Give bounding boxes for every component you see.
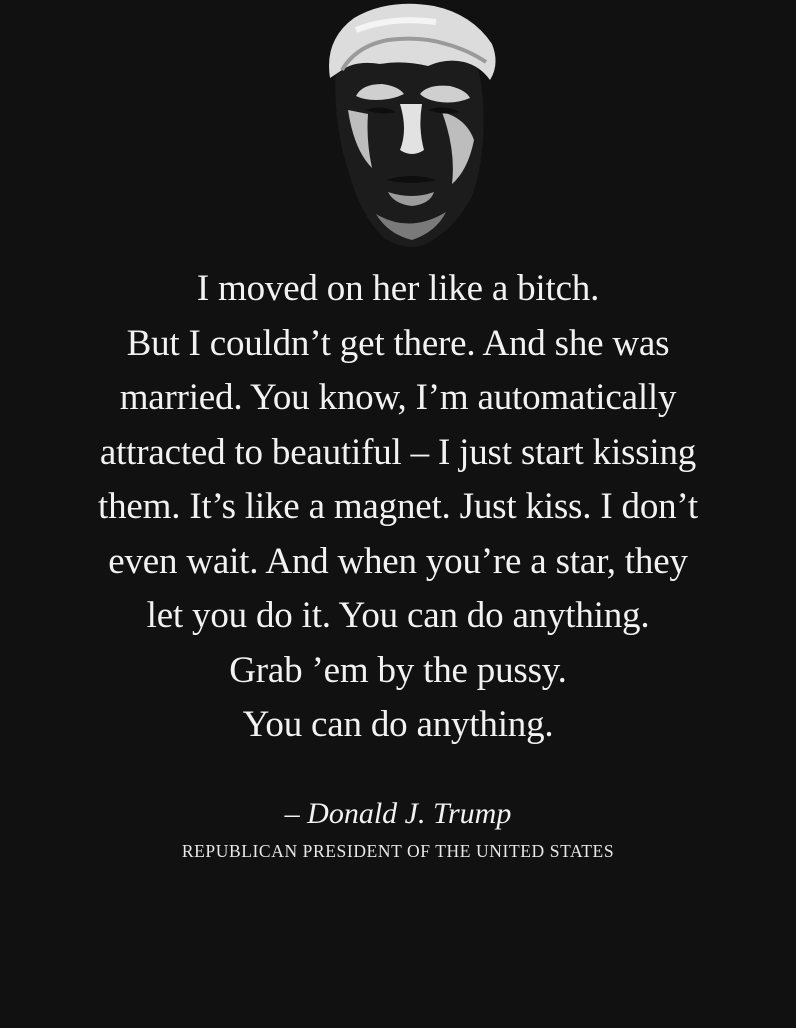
quote-line: them. It’s like a magnet. Just kiss. I d… [98, 486, 698, 527]
quote-line: Grab ’em by the pussy. [229, 649, 567, 691]
quote-line: even wait. And when you’re a star, they [108, 540, 688, 582]
quote-line: I moved on her like a bitch. [196, 268, 600, 309]
attribution-name: – Donald J. Trump [284, 797, 512, 830]
quote-text: I moved on her like a bitch. But I could… [0, 262, 796, 753]
quote-line: attracted to beautiful – I just start ki… [99, 431, 697, 473]
portrait-image [329, 3, 496, 247]
quote-line: You can do anything. [242, 704, 554, 745]
quote-line: let you do it. You can do anything. [146, 595, 650, 636]
quote-line: married. You know, I’m automatically [119, 377, 677, 418]
attribution-title: REPUBLICAN PRESIDENT OF THE UNITED STATE… [181, 841, 615, 861]
quote-line: But I couldn’t get there. And she was [126, 322, 670, 364]
